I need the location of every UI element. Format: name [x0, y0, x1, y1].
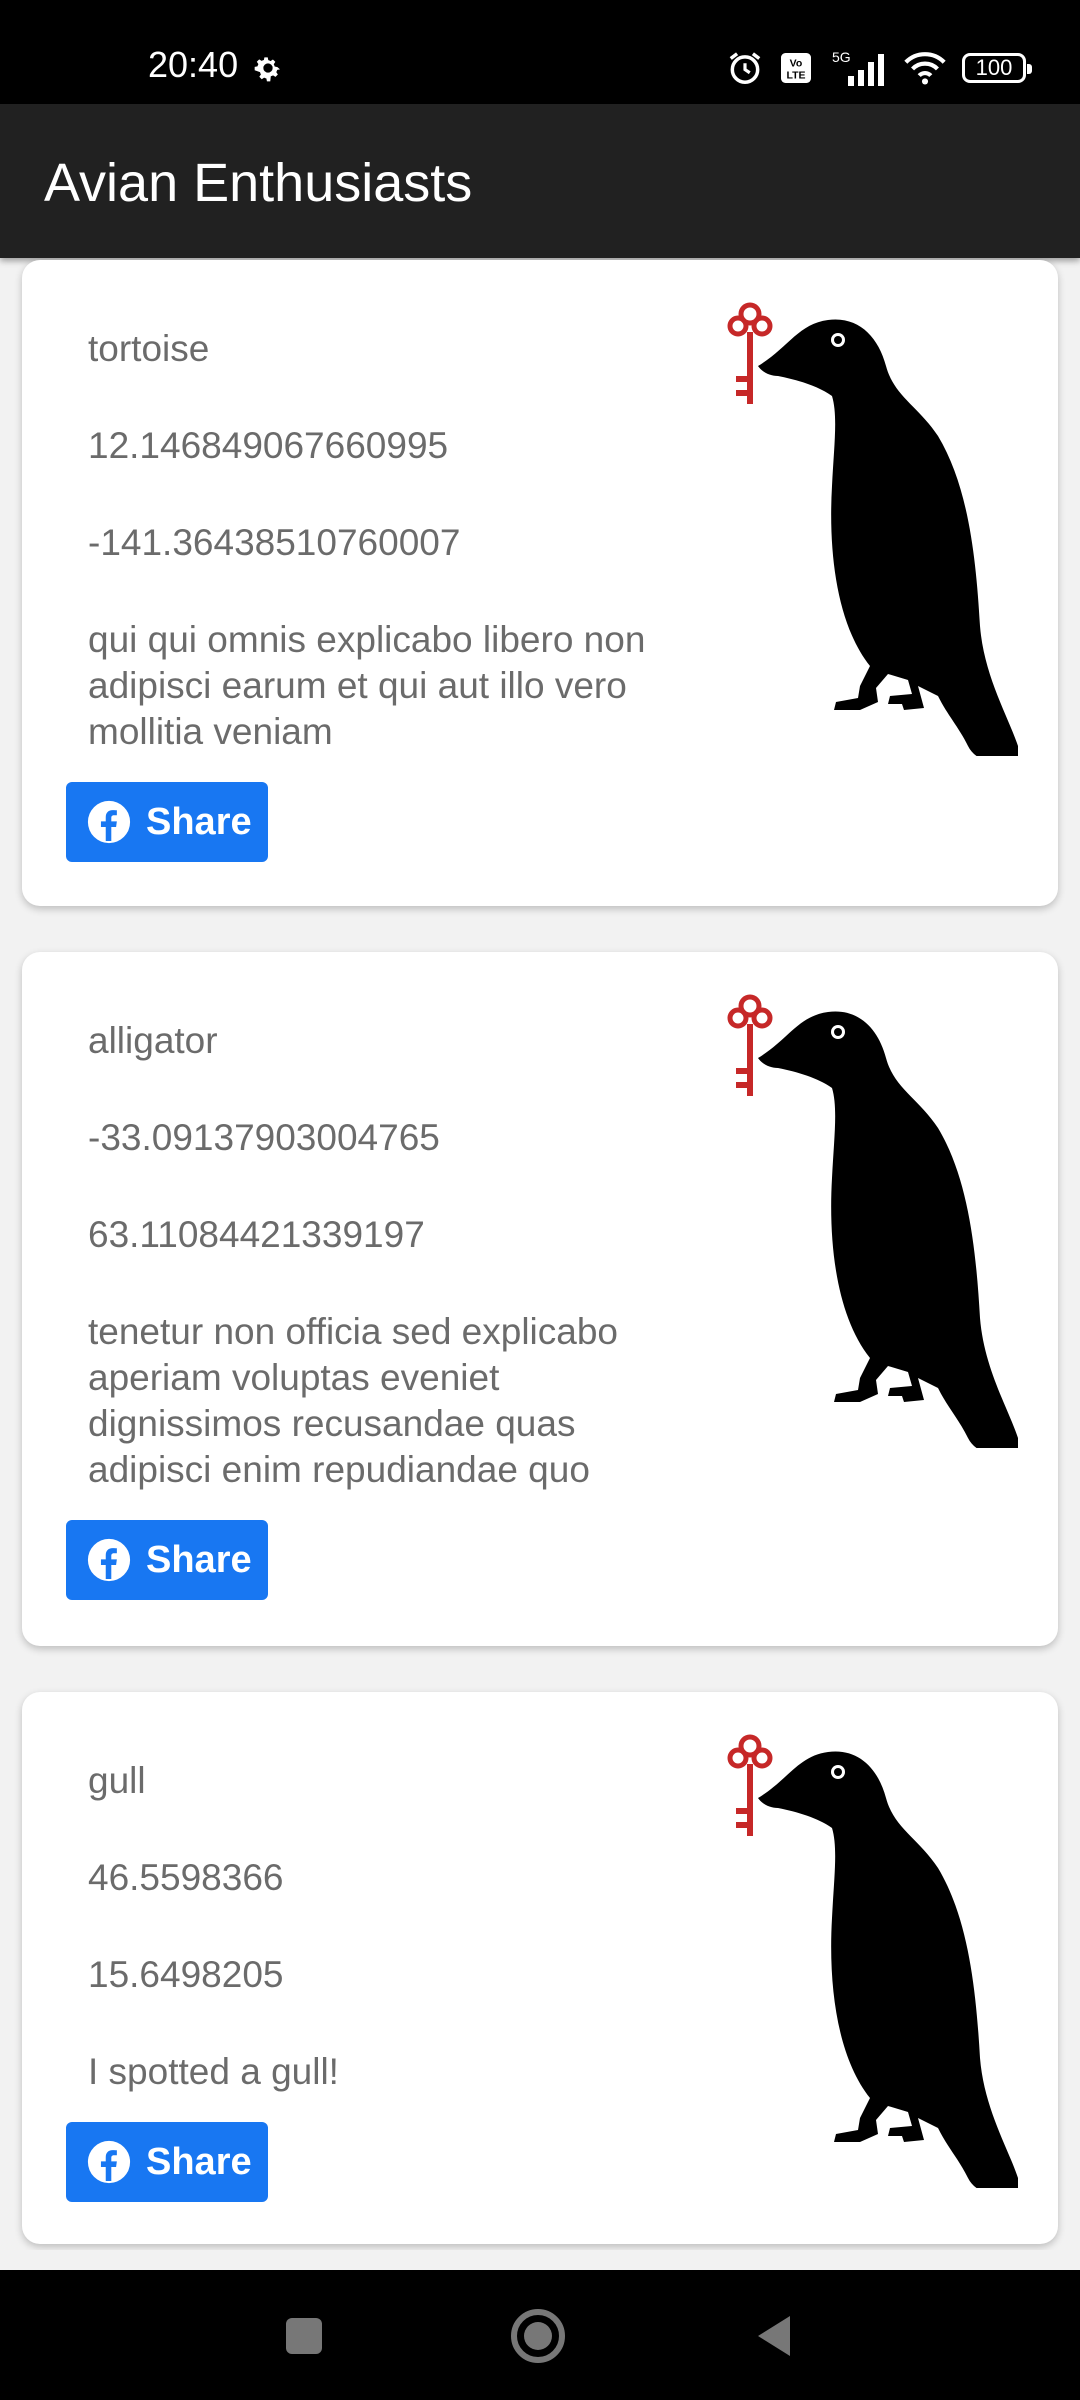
facebook-icon — [87, 2140, 131, 2184]
home-icon[interactable] — [508, 2306, 568, 2366]
gear-icon — [254, 57, 280, 82]
navigation-bar — [0, 2270, 1080, 2400]
sightings-list[interactable]: tortoise 12.146849067660995 -141.3643851… — [0, 258, 1080, 2250]
species-name: alligator — [88, 1020, 218, 1061]
latitude-value: 12.146849067660995 — [88, 425, 449, 466]
battery-level: 100 — [975, 55, 1013, 80]
sighting-card: alligator -33.09137903004765 63.11084421… — [22, 952, 1058, 1646]
species-name: gull — [88, 1760, 146, 1801]
sighting-description: qui qui omnis explicabo libero non adipi… — [88, 619, 646, 752]
back-icon[interactable] — [744, 2306, 804, 2366]
volte-icon: Vo LTE — [781, 53, 811, 83]
latitude-value: 46.5598366 — [88, 1857, 284, 1898]
facebook-share-button[interactable]: Share — [66, 1520, 268, 1600]
sighting-details: tortoise 12.146849067660995 -141.3643851… — [88, 260, 688, 820]
svg-text:LTE: LTE — [786, 70, 805, 82]
longitude-value: 15.6498205 — [88, 1954, 284, 1995]
latitude-value: -33.09137903004765 — [88, 1117, 440, 1158]
sighting-card: gull 46.5598366 15.6498205 I spotted a g… — [22, 1692, 1058, 2244]
sighting-description: I spotted a gull! — [88, 2051, 339, 2092]
app-bar: Avian Enthusiasts — [0, 104, 1080, 258]
recent-apps-icon[interactable] — [274, 2306, 334, 2366]
status-time: 20:40 — [148, 44, 239, 85]
crow-with-key-icon — [727, 994, 1018, 1448]
wifi-icon — [904, 52, 946, 85]
status-bar: 20:40 Vo LTE 5G 100 — [0, 0, 1080, 104]
app-title: Avian Enthusiasts — [44, 153, 473, 213]
facebook-share-button[interactable]: Share — [66, 2122, 268, 2202]
facebook-share-button[interactable]: Share — [66, 782, 268, 862]
status-icons: Vo LTE 5G 100 — [726, 46, 1032, 90]
sighting-details: alligator -33.09137903004765 63.11084421… — [88, 952, 688, 1552]
sighting-details: gull 46.5598366 15.6498205 I spotted a g… — [88, 1692, 688, 2162]
longitude-value: 63.11084421339197 — [88, 1214, 425, 1255]
share-label: Share — [146, 1538, 252, 1581]
species-name: tortoise — [88, 328, 210, 369]
5g-signal-icon: 5G — [832, 49, 884, 86]
longitude-value: -141.36438510760007 — [88, 522, 461, 563]
svg-text:Vo: Vo — [790, 58, 803, 70]
crow-with-key-icon — [727, 1734, 1018, 2188]
alarm-icon — [729, 52, 761, 84]
battery-icon: 100 — [962, 53, 1032, 83]
sighting-description: tenetur non officia sed explicabo aperia… — [88, 1311, 619, 1490]
sighting-card: tortoise 12.146849067660995 -141.3643851… — [22, 260, 1058, 906]
facebook-icon — [87, 1538, 131, 1582]
share-label: Share — [146, 800, 252, 843]
crow-with-key-icon — [727, 302, 1018, 756]
facebook-icon — [87, 800, 131, 844]
share-label: Share — [146, 2140, 252, 2183]
svg-text:5G: 5G — [832, 49, 851, 65]
